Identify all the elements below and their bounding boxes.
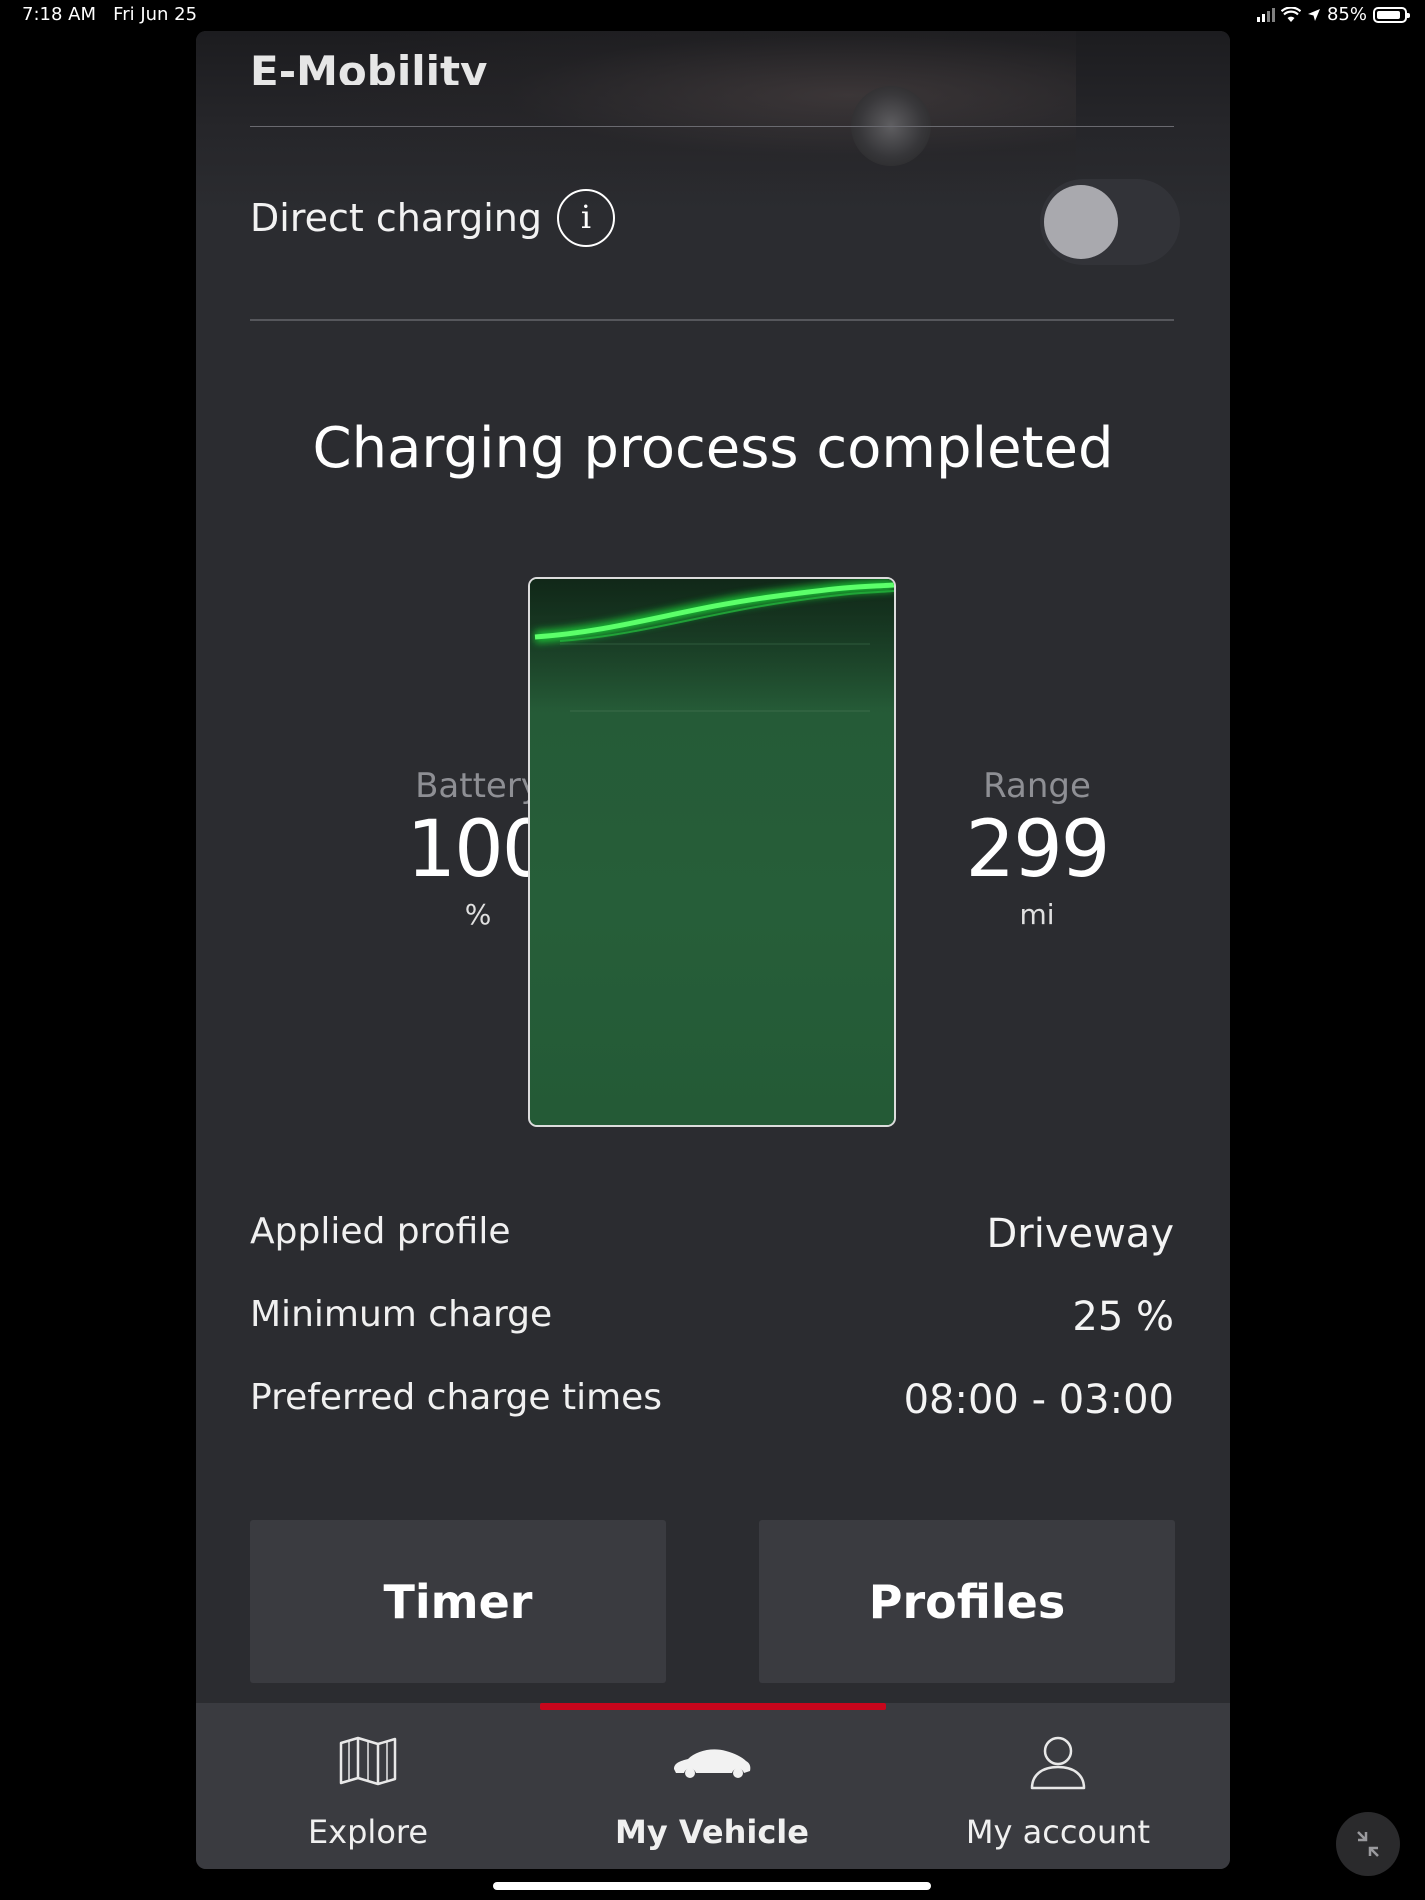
app-panel: E-Mobility Direct charging i Charging pr… <box>196 31 1230 1869</box>
detail-row-applied-profile: Applied profile Driveway <box>250 1211 1174 1294</box>
range-stat: Range 299 mi <box>927 766 1147 931</box>
divider <box>250 126 1174 127</box>
detail-key: Minimum charge <box>250 1294 553 1335</box>
detail-value: 25 % <box>1072 1294 1174 1340</box>
minimize-arrows-icon <box>1357 1831 1379 1857</box>
info-icon[interactable]: i <box>557 189 615 247</box>
direct-charging-row: Direct charging i <box>250 179 1180 265</box>
map-icon <box>339 1736 397 1786</box>
tab-my-account[interactable]: My account <box>886 1703 1230 1869</box>
detail-row-minimum-charge: Minimum charge 25 % <box>250 1294 1174 1377</box>
battery-icon <box>1373 6 1410 23</box>
detail-key: Applied profile <box>250 1211 511 1252</box>
charge-details: Applied profile Driveway Minimum charge … <box>250 1211 1174 1460</box>
detail-value: 08:00 - 03:00 <box>903 1377 1174 1423</box>
charging-status-heading: Charging process completed <box>312 416 1114 481</box>
time-text: 7:18 AM <box>22 4 96 25</box>
detail-row-preferred-times: Preferred charge times 08:00 - 03:00 <box>250 1377 1174 1460</box>
direct-charging-label: Direct charging <box>250 196 542 240</box>
wifi-icon <box>1280 6 1301 22</box>
detail-value: Driveway <box>986 1211 1174 1257</box>
charge-wave <box>530 579 894 712</box>
person-icon <box>1030 1736 1086 1790</box>
range-label: Range <box>983 766 1091 806</box>
tab-label: My account <box>965 1813 1151 1851</box>
date-text: Fri Jun 25 <box>113 4 198 25</box>
range-unit: mi <box>1019 898 1055 931</box>
detail-key: Preferred charge times <box>250 1377 663 1418</box>
minimize-button[interactable] <box>1336 1812 1400 1876</box>
status-indicators: 85% <box>1256 4 1410 25</box>
toggle-knob <box>1044 185 1118 259</box>
tab-bar: Explore My Vehicle My account <box>196 1703 1230 1869</box>
battery-percentage: 85% <box>1326 4 1367 25</box>
timer-button[interactable]: Timer <box>250 1520 666 1683</box>
range-value: 299 <box>965 805 1111 895</box>
tab-label: My Vehicle <box>615 1813 809 1851</box>
car-icon <box>674 1749 751 1778</box>
location-arrow-icon <box>1307 8 1320 21</box>
tab-my-vehicle[interactable]: My Vehicle <box>540 1703 884 1869</box>
battery-level-gauge <box>528 577 896 1127</box>
cellular-signal-icon <box>1256 7 1275 22</box>
tab-explore[interactable]: Explore <box>196 1703 540 1869</box>
divider <box>250 319 1174 321</box>
tab-label: Explore <box>307 1813 429 1851</box>
direct-charging-toggle[interactable] <box>1040 179 1180 265</box>
page-title: E-Mobility <box>250 51 488 85</box>
home-indicator <box>493 1882 931 1890</box>
status-time: 7:18 AM Fri Jun 25 <box>22 4 197 25</box>
profiles-button[interactable]: Profiles <box>759 1520 1175 1683</box>
